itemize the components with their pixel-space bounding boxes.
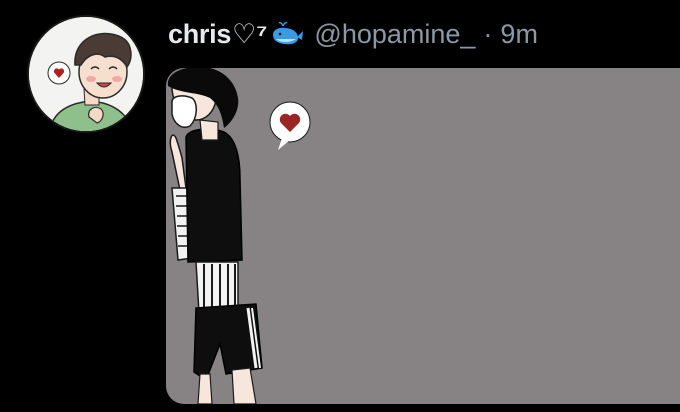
author-display-name[interactable]: chris (168, 19, 231, 50)
author-handle[interactable]: @hopamine_ (314, 19, 475, 50)
avatar-illustration (29, 17, 143, 131)
separator-dot: · (483, 18, 493, 49)
heart-bubble-icon (269, 101, 311, 150)
author-avatar[interactable] (27, 15, 145, 133)
author-name-suffix: ♡⁷ (232, 18, 268, 49)
media-illustration (167, 68, 311, 404)
whale-icon (270, 21, 304, 47)
tweet-media[interactable] (166, 68, 680, 404)
tweet-header: chris ♡⁷ @hopamine_ · 9m (168, 16, 538, 52)
tweet-timestamp[interactable]: 9m (500, 19, 538, 50)
